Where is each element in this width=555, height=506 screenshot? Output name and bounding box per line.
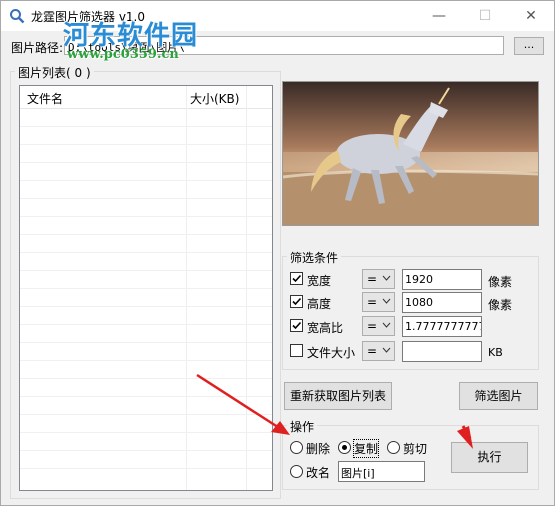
main-window: 龙霆图片筛选器 v1.0 — ☐ ✕ 河东软件园 www.pc0359.cn 图…: [0, 0, 555, 506]
annotation-arrows: [196, 373, 473, 449]
arrow-head-icon: [457, 426, 473, 449]
annotation-arrow-line: [196, 373, 285, 433]
